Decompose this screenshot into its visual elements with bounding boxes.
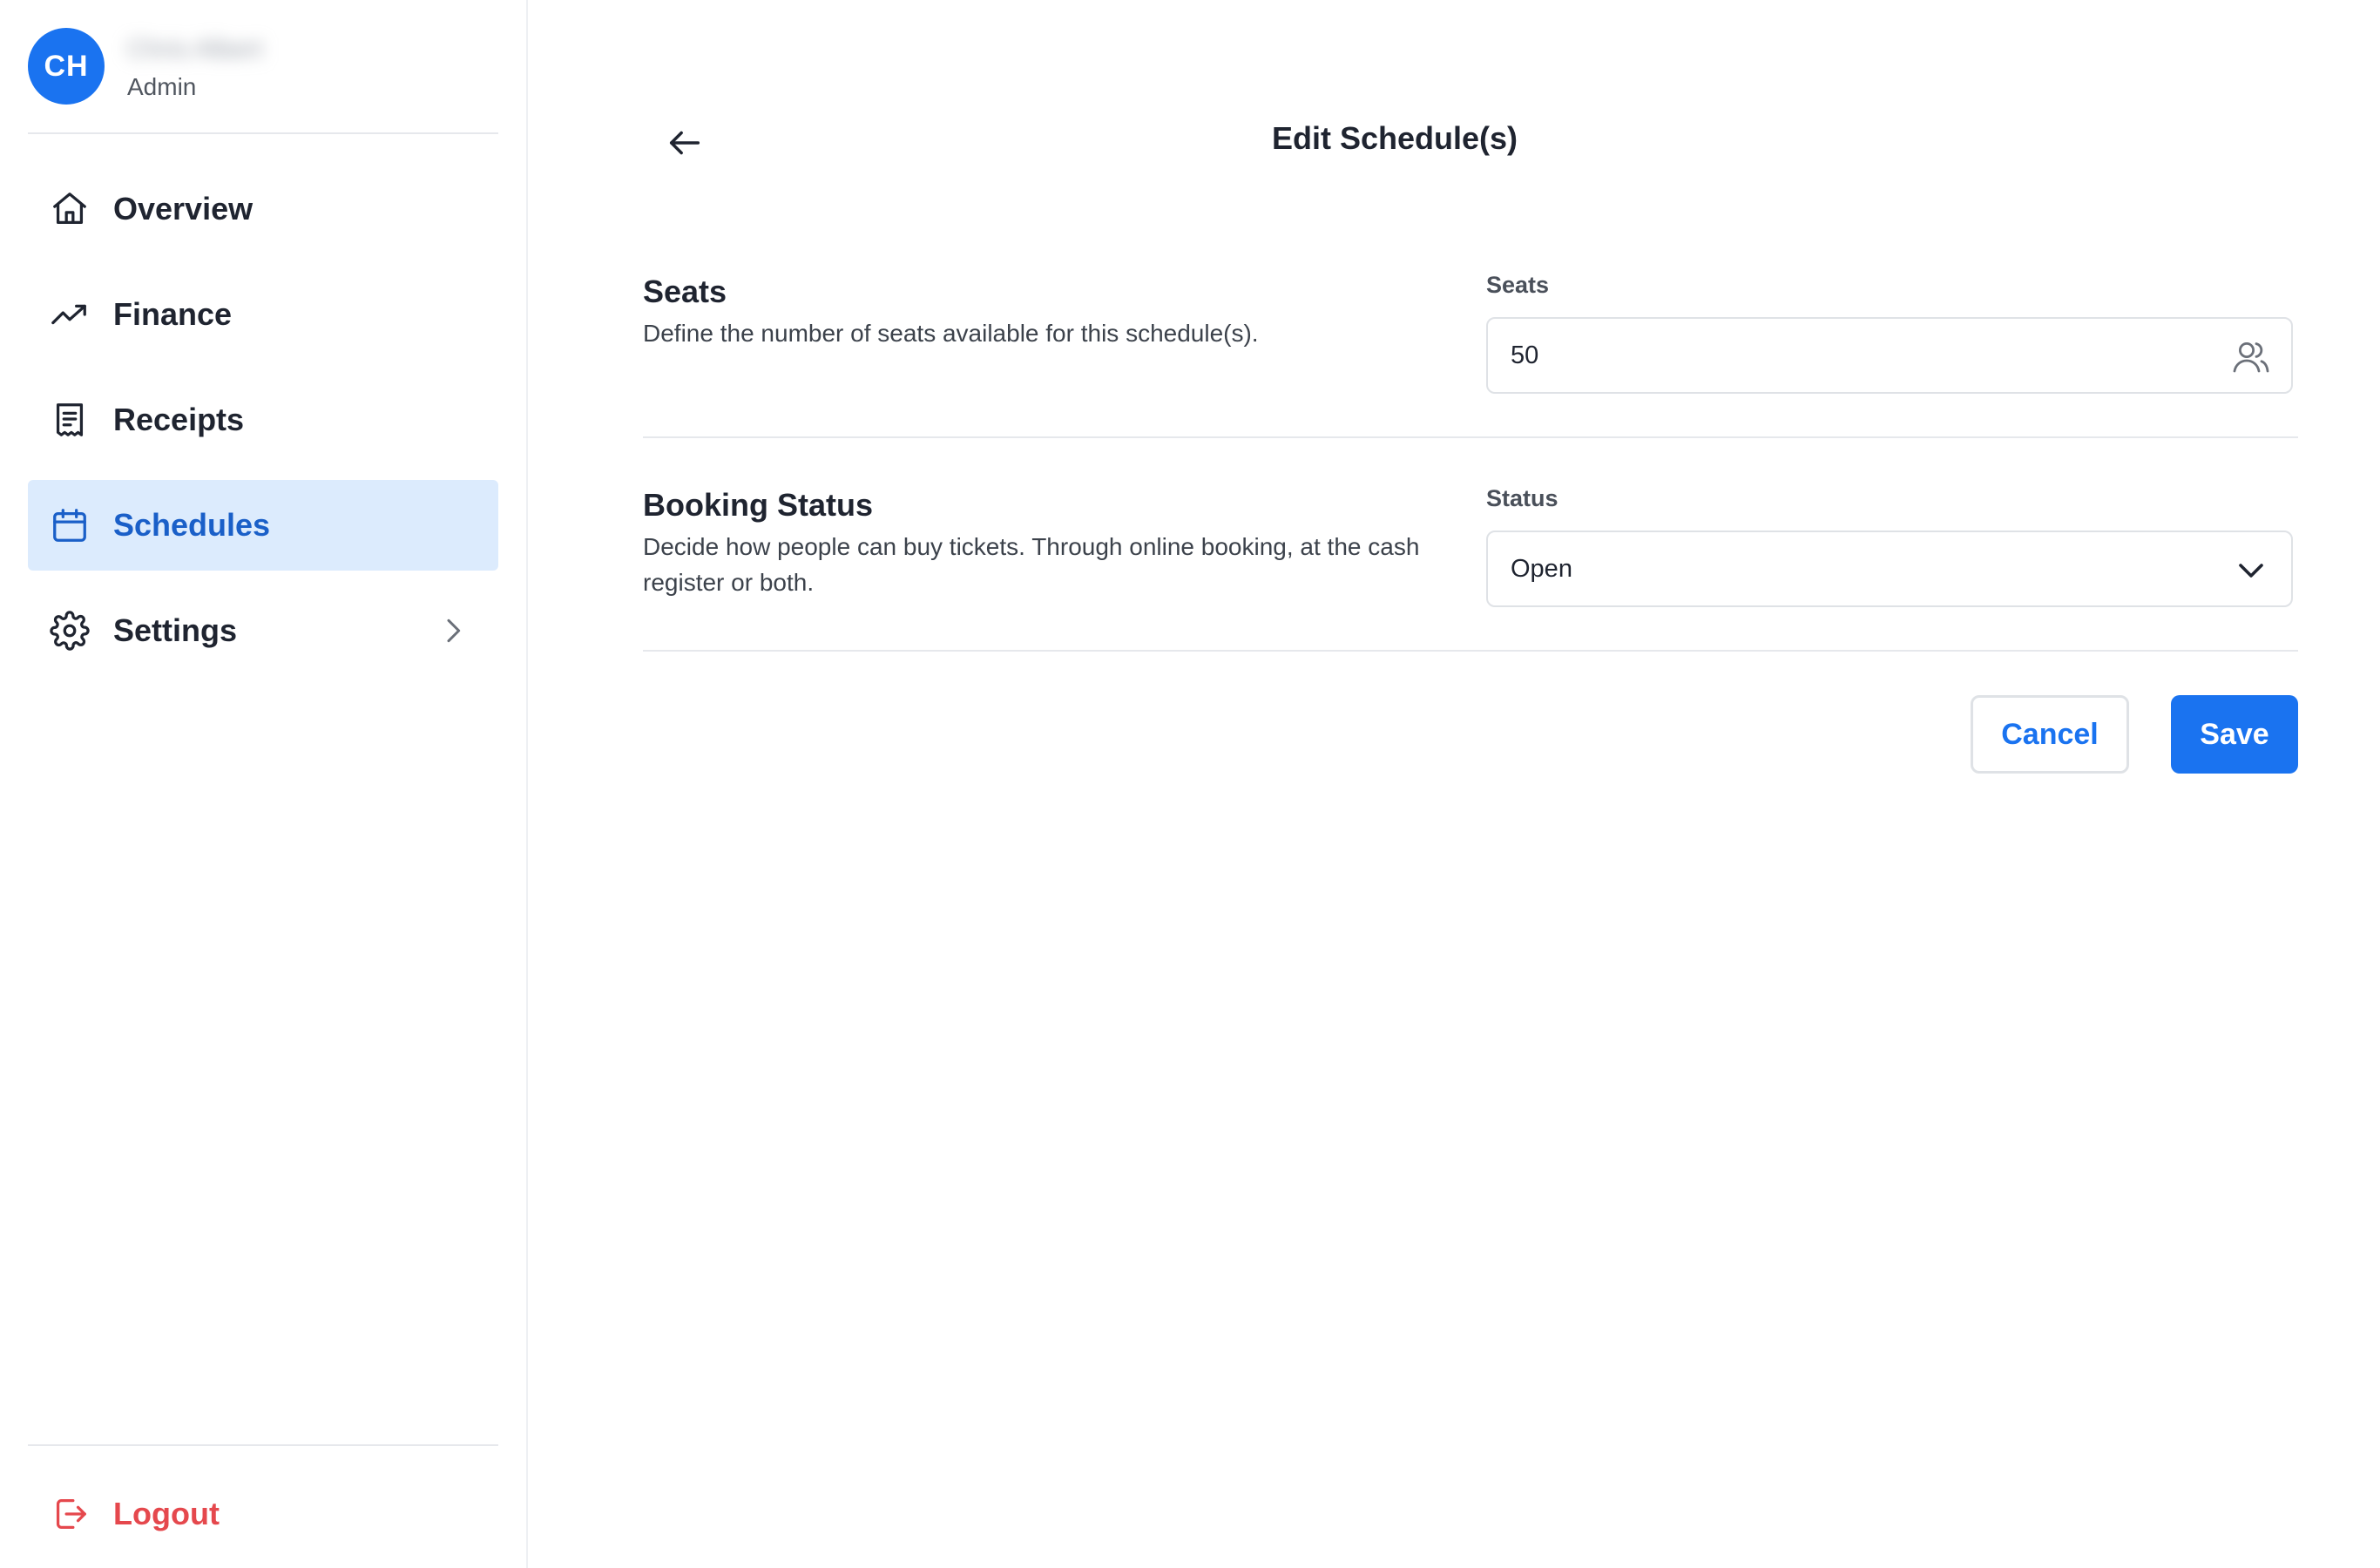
trending-up-icon — [49, 294, 91, 335]
save-button[interactable]: Save — [2171, 695, 2298, 774]
logout-icon — [49, 1493, 91, 1535]
cancel-button[interactable]: Cancel — [1971, 695, 2129, 774]
section-divider — [643, 650, 2298, 652]
sidebar-item-settings[interactable]: Settings — [28, 585, 498, 676]
seats-input-value[interactable] — [1511, 341, 2190, 370]
avatar[interactable]: CH — [28, 28, 105, 105]
users-icon — [2233, 341, 2269, 373]
sidebar-item-label: Settings — [113, 612, 238, 648]
sidebar-item-label: Receipts — [113, 402, 245, 437]
sidebar-item-schedules[interactable]: Schedules — [28, 480, 498, 571]
main-content: Edit Schedule(s) Seats Define the number… — [528, 0, 2380, 1568]
chevron-down-icon — [2239, 564, 2263, 578]
home-icon — [49, 188, 91, 230]
section-divider — [643, 436, 2298, 438]
seats-input[interactable] — [1486, 317, 2293, 394]
seats-description: Define the number of seats available for… — [643, 320, 1259, 347]
page-title: Edit Schedule(s) — [1271, 120, 1518, 156]
sidebar-item-label: Schedules — [113, 507, 271, 543]
sidebar-item-label: Finance — [113, 296, 233, 332]
logout-label: Logout — [113, 1496, 220, 1531]
seats-field-label: Seats — [1486, 272, 1550, 298]
sidebar-divider — [28, 132, 498, 134]
seats-heading: Seats — [643, 274, 727, 309]
logout-button[interactable]: Logout — [28, 1469, 498, 1559]
status-selected-value: Open — [1511, 554, 1572, 583]
calendar-icon — [49, 504, 91, 546]
booking-status-description: Decide how people can buy tickets. Throu… — [643, 533, 1420, 596]
gear-icon — [49, 610, 91, 652]
sidebar-divider — [28, 1444, 498, 1446]
user-role: Admin — [127, 73, 197, 100]
chevron-right-icon — [447, 618, 461, 643]
receipt-icon — [49, 399, 91, 441]
sidebar-item-receipts[interactable]: Receipts — [28, 375, 498, 465]
app: CH Chris Albert Admin Overview Finance R… — [0, 0, 2380, 1568]
sidebar-item-finance[interactable]: Finance — [28, 269, 498, 360]
user-profile: CH Chris Albert Admin — [28, 28, 498, 106]
status-field-label: Status — [1486, 485, 1558, 511]
status-select[interactable]: Open — [1486, 531, 2293, 607]
sidebar-item-label: Overview — [113, 191, 254, 226]
user-name: Chris Albert — [127, 35, 263, 64]
sidebar-item-overview[interactable]: Overview — [28, 164, 498, 254]
sidebar-nav: Overview Finance Receipts Schedules Sett… — [28, 164, 498, 691]
sidebar: CH Chris Albert Admin Overview Finance R… — [0, 0, 528, 1568]
booking-status-heading: Booking Status — [643, 487, 874, 523]
